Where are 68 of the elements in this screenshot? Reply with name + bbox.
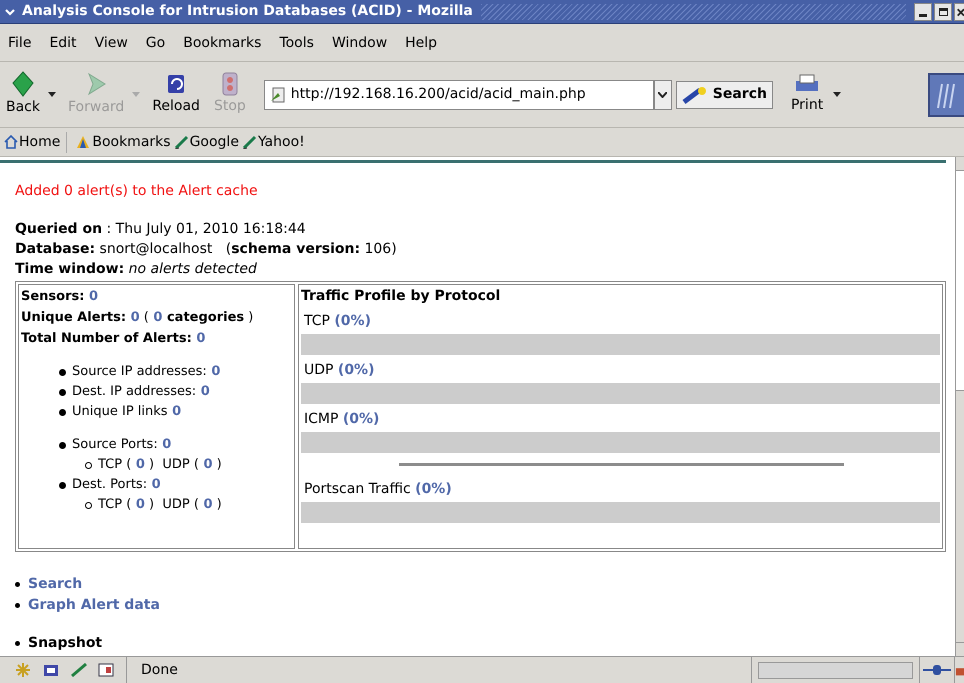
stop-icon xyxy=(220,72,240,96)
menu-item[interactable]: Tools xyxy=(277,33,316,54)
bullet-icon xyxy=(85,462,92,468)
protocol-label: Portscan Traffic (0%) xyxy=(303,480,453,499)
window-title: Analysis Console for Intrusion Databases (ACID) - Mozilla xyxy=(22,2,473,21)
search-button[interactable]: Search xyxy=(676,80,773,108)
menu-item[interactable]: Go xyxy=(144,33,168,54)
protocol-label: UDP (0%) xyxy=(303,361,376,380)
bookmark-item[interactable]: Yahoo! xyxy=(242,132,305,152)
bookmark-item[interactable]: Bookmarks xyxy=(75,132,171,152)
toolbar-button[interactable]: Back xyxy=(4,71,42,118)
stat-line: TCP ( 0 ) UDP ( 0 ) xyxy=(98,496,222,514)
bullet-icon xyxy=(59,442,66,448)
protocol-label: TCP (0%) xyxy=(303,312,372,331)
print-button[interactable]: Print xyxy=(790,73,824,116)
stat-line: Unique Alerts: 0 ( 0 categories ) xyxy=(21,309,254,327)
menu-item[interactable]: Help xyxy=(403,33,440,54)
protocol-label: ICMP (0%) xyxy=(303,410,380,429)
chevron-down-icon xyxy=(658,92,668,98)
close-button[interactable] xyxy=(954,2,964,20)
address-field[interactable]: http://192.168.16.200/acid/acid_main.php xyxy=(264,80,654,110)
status-text: Done xyxy=(140,660,179,680)
bullet-icon xyxy=(85,502,92,508)
bookmark-item[interactable]: Home xyxy=(4,132,68,152)
stat-line: Sensors: 0 xyxy=(21,288,100,306)
bookmark-item[interactable]: Google xyxy=(174,132,239,152)
caret-icon[interactable] xyxy=(48,92,56,97)
info-line: Database: snort@localhost (schema version: 106) xyxy=(15,240,398,259)
alert-message: Added 0 alert(s) to the Alert cache xyxy=(15,182,259,201)
pen-icon[interactable] xyxy=(70,662,88,678)
dropdown-button[interactable] xyxy=(654,80,672,110)
menu-item[interactable]: Edit xyxy=(47,33,79,54)
bullet-icon xyxy=(15,603,20,608)
bullet-icon xyxy=(59,482,66,488)
house-icon xyxy=(4,135,18,149)
plug-icon[interactable] xyxy=(923,664,951,676)
stat-line: Source Ports: 0 xyxy=(72,436,172,454)
info-line: Time window: no alerts detected xyxy=(15,260,258,279)
scrollbar[interactable] xyxy=(955,157,964,656)
toolbar-button[interactable]: Reload xyxy=(150,72,202,117)
bullet-icon xyxy=(59,388,66,396)
stat-line: TCP ( 0 ) UDP ( 0 ) xyxy=(98,456,222,474)
bullet-icon xyxy=(59,408,66,416)
info-line: Queried on : Thu July 01, 2010 16:18:44 xyxy=(15,220,307,239)
pen-icon xyxy=(242,135,257,149)
stat-line: Total Number of Alerts: 0 xyxy=(21,330,206,348)
menu-item[interactable]: Bookmarks xyxy=(181,33,264,54)
logo-icon[interactable] xyxy=(928,72,964,116)
menu-item[interactable]: View xyxy=(92,33,130,54)
pen-icon xyxy=(174,135,189,149)
card-icon[interactable] xyxy=(98,662,114,678)
bullet-icon xyxy=(15,582,20,587)
page-icon xyxy=(270,86,286,102)
bullet-icon xyxy=(15,641,20,646)
minimize-button[interactable] xyxy=(914,2,932,20)
section-heading: Snapshot xyxy=(28,634,102,653)
maximize-button[interactable] xyxy=(934,2,952,20)
stat-line: Dest. Ports: 0 xyxy=(72,476,161,494)
menu-item[interactable]: File xyxy=(6,33,34,54)
link[interactable]: Graph Alert data xyxy=(28,595,160,616)
link[interactable]: Search xyxy=(28,574,82,595)
stat-line: Dest. IP addresses: 0 xyxy=(72,383,210,401)
bullet-icon xyxy=(59,368,66,376)
chart-title: Traffic Profile by Protocol xyxy=(301,287,502,306)
caret-icon[interactable] xyxy=(833,92,842,97)
stat-line: Source IP addresses: 0 xyxy=(72,363,220,381)
menu-item[interactable]: Window xyxy=(330,33,390,54)
stat-line: Unique IP links 0 xyxy=(72,403,182,421)
